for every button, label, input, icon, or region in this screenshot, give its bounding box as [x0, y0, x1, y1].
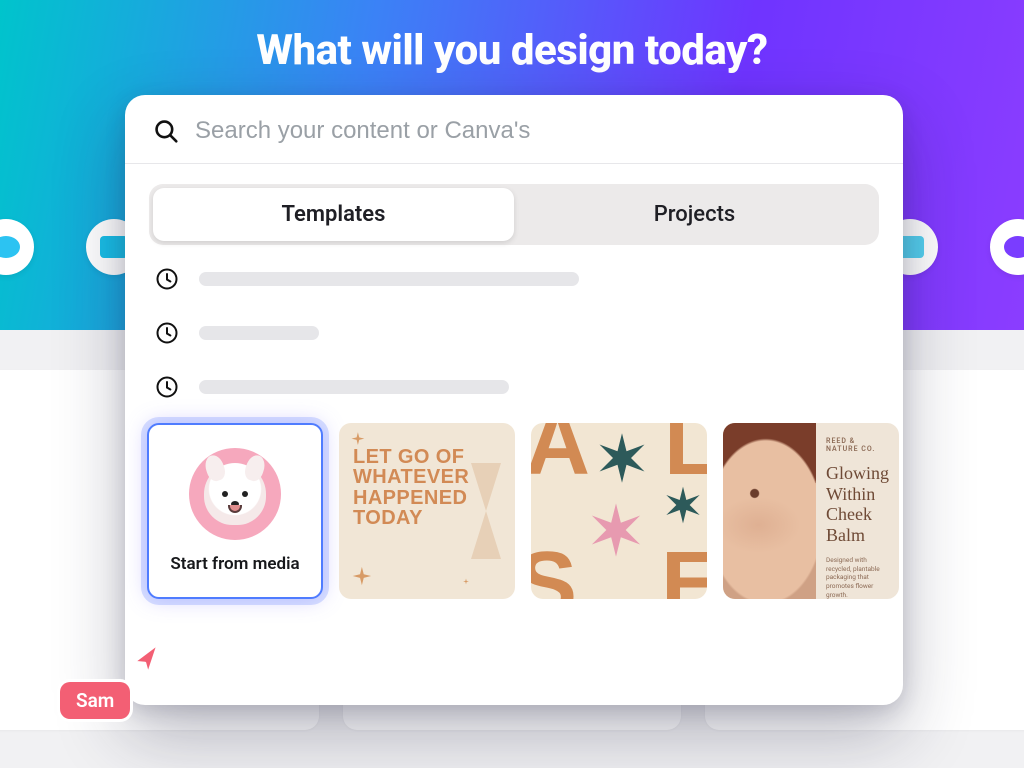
search-icon: [153, 118, 179, 144]
letter-a: A: [531, 423, 590, 489]
search-row: [125, 95, 903, 164]
clock-icon: [155, 375, 179, 399]
recent-placeholder: [199, 326, 319, 340]
start-from-media-label: Start from media: [170, 554, 299, 574]
hero-title: What will you design today?: [0, 0, 1024, 75]
star-icon: [587, 501, 645, 559]
star-icon: [595, 431, 649, 485]
clock-icon: [155, 321, 179, 345]
dog-image: [204, 463, 266, 525]
collaborator-name-tag: Sam: [60, 682, 130, 719]
quote-text: LET GO OF WHATEVER HAPPENED TODAY: [353, 447, 471, 529]
start-from-media-card[interactable]: Start from media: [147, 423, 323, 599]
model-face-image: [723, 423, 816, 599]
clock-icon: [155, 267, 179, 291]
recent-search-item[interactable]: [155, 375, 873, 399]
star-icon: [663, 485, 703, 525]
template-card-quote[interactable]: LET GO OF WHATEVER HAPPENED TODAY: [339, 423, 515, 599]
template-card-product[interactable]: REED & NATURE CO. Glowing Within Cheek B…: [723, 423, 899, 599]
recent-searches: [125, 245, 903, 407]
media-avatar: [189, 448, 281, 540]
tab-projects[interactable]: Projects: [514, 188, 875, 241]
search-input[interactable]: [195, 117, 875, 145]
sparkle-icon: [349, 565, 375, 591]
letter-s: S: [531, 539, 577, 599]
letter-l: L: [664, 423, 707, 489]
search-tabs: Templates Projects: [149, 184, 879, 245]
search-dropdown-panel: Templates Projects: [125, 95, 903, 705]
product-fineprint: Designed with recycled, plantable packag…: [826, 556, 889, 599]
letter-e: E: [661, 539, 707, 599]
recent-search-item[interactable]: [155, 321, 873, 345]
product-brand: REED & NATURE CO.: [826, 437, 889, 453]
recent-placeholder: [199, 380, 509, 394]
hourglass-icon: [471, 463, 501, 559]
tab-templates[interactable]: Templates: [153, 188, 514, 241]
recent-placeholder: [199, 272, 579, 286]
sparkle-icon: [459, 575, 473, 589]
template-thumbnails: Start from media LET GO OF WHATEVER HAPP…: [125, 407, 903, 599]
template-card-letters[interactable]: A L S E: [531, 423, 707, 599]
recent-search-item[interactable]: [155, 267, 873, 291]
product-headline: Glowing Within Cheek Balm: [826, 463, 889, 546]
